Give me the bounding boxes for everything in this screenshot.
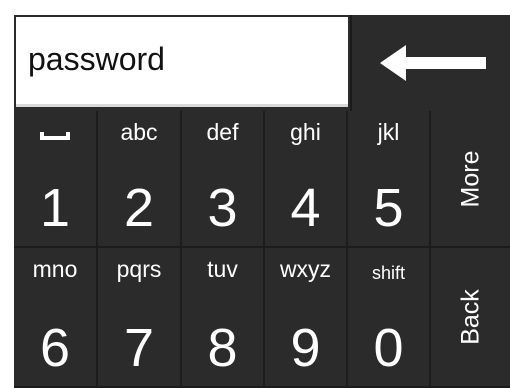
key-6-digit: 6 (39, 318, 71, 378)
key-6-letters: mno (32, 256, 78, 282)
keypad-frame: password 1 abc 2 def 3 ghi 4 jkl 5 More … (0, 0, 510, 388)
key-7-digit: 7 (123, 318, 155, 378)
key-4[interactable]: ghi 4 (265, 111, 348, 248)
key-3[interactable]: def 3 (182, 111, 265, 248)
key-5[interactable]: jkl 5 (348, 111, 431, 248)
key-7[interactable]: pqrs 7 (98, 248, 182, 388)
key-1[interactable]: 1 (14, 111, 98, 248)
space-bar-icon (40, 132, 70, 140)
key-6[interactable]: mno 6 (14, 248, 98, 388)
key-4-digit: 4 (290, 178, 321, 238)
backspace-button[interactable] (350, 15, 510, 111)
key-0-digit: 0 (373, 318, 404, 378)
more-button[interactable]: More (431, 111, 510, 248)
password-input[interactable]: password (16, 17, 348, 107)
key-2-letters: abc (120, 119, 158, 145)
key-4-letters: ghi (290, 119, 321, 145)
key-2[interactable]: abc 2 (98, 111, 182, 248)
key-0[interactable]: shift 0 (348, 248, 431, 388)
key-8-letters: tuv (207, 256, 238, 282)
key-1-letters (14, 117, 96, 147)
left-arrow-icon (380, 45, 486, 81)
key-5-letters: jkl (377, 119, 400, 145)
key-7-letters: pqrs (116, 256, 162, 282)
key-3-letters: def (206, 119, 239, 145)
key-3-digit: 3 (207, 178, 238, 238)
back-button[interactable]: Back (431, 248, 510, 388)
key-2-digit: 2 (123, 178, 155, 238)
key-8-digit: 8 (207, 318, 238, 378)
key-9[interactable]: wxyz 9 (265, 248, 348, 388)
more-label: More (456, 150, 484, 207)
key-5-digit: 5 (373, 178, 404, 238)
back-label: Back (456, 289, 484, 345)
key-1-digit: 1 (39, 178, 71, 238)
key-8[interactable]: tuv 8 (182, 248, 265, 388)
key-9-digit: 9 (290, 318, 321, 378)
key-9-letters: wxyz (279, 256, 332, 282)
shift-label: shift (371, 263, 405, 283)
